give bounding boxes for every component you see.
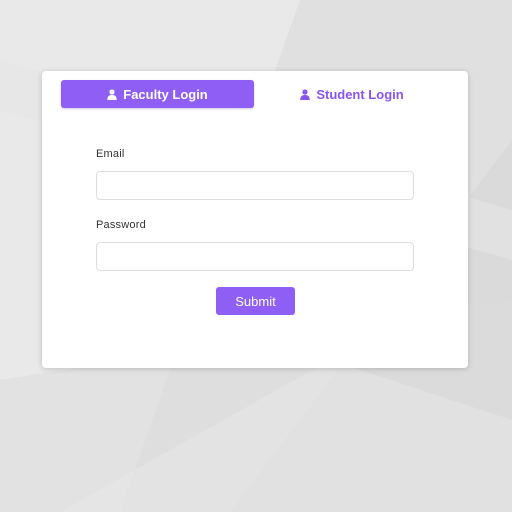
password-label: Password — [96, 219, 146, 231]
email-label: Email — [96, 148, 125, 160]
submit-button[interactable]: Submit — [216, 287, 295, 315]
tab-faculty-login[interactable]: Faculty Login — [61, 80, 254, 108]
tab-student-label: Student Login — [316, 86, 404, 102]
tab-student-login[interactable]: Student Login — [254, 80, 450, 108]
user-icon — [107, 88, 117, 100]
email-field[interactable] — [96, 171, 414, 200]
password-field[interactable] — [96, 242, 414, 271]
login-card: Faculty Login Student Login Email Passwo… — [42, 71, 468, 368]
tab-faculty-label: Faculty Login — [123, 86, 208, 102]
user-icon — [300, 88, 311, 100]
